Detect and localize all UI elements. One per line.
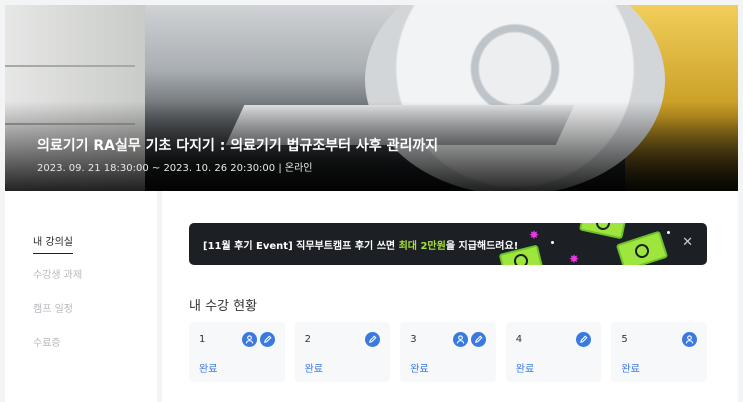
person-icon[interactable]	[452, 332, 468, 347]
money-bill-icon	[615, 230, 669, 265]
progress-card[interactable]: 4 완료	[505, 322, 602, 382]
pencil-icon[interactable]	[259, 332, 275, 347]
event-banner[interactable]: [11월 후기 Event] 직무부트캠프 후기 쓰면 최대 2만원을 지급해드…	[189, 223, 707, 265]
pencil-icon[interactable]	[365, 332, 381, 347]
progress-card[interactable]: 2 완료	[294, 322, 391, 382]
person-icon[interactable]	[241, 332, 257, 347]
pencil-icon[interactable]	[470, 332, 486, 347]
card-status: 완료	[199, 364, 218, 375]
main-content: [11월 후기 Event] 직무부트캠프 후기 쓰면 최대 2만원을 지급해드…	[162, 191, 738, 402]
card-status: 완료	[515, 364, 535, 375]
card-status: 완료	[304, 364, 323, 375]
card-status: 완료	[410, 364, 429, 375]
card-number: 5	[621, 334, 628, 345]
card-number: 2	[304, 334, 311, 345]
sidebar-item-certificate[interactable]: 수료증	[33, 334, 61, 349]
event-banner-highlight: 최대 2만원	[398, 241, 446, 252]
card-number: 1	[199, 334, 206, 345]
sparkle-icon: ✸	[529, 228, 540, 242]
sidebar-item-assignments[interactable]: 수강생 과제	[33, 266, 82, 281]
progress-card[interactable]: 1 완료	[189, 322, 285, 382]
section-title: 내 수강 현황	[189, 299, 258, 314]
progress-card[interactable]: 3 완료	[400, 322, 496, 382]
sparkle-icon: ✸	[569, 252, 580, 265]
person-icon[interactable]	[681, 332, 697, 347]
pencil-icon[interactable]	[576, 332, 592, 347]
card-status: 완료	[621, 364, 640, 375]
sidebar-item-my-classroom[interactable]: 내 강의실	[33, 233, 73, 254]
money-bill-icon	[578, 223, 628, 240]
event-banner-text: [11월 후기 Event] 직무부트캠프 후기 쓰면 최대 2만원을 지급해드…	[203, 241, 519, 252]
course-date: 2023. 09. 21 18:30:00 ~ 2023. 10. 26 20:…	[37, 163, 313, 174]
course-hero-banner: 의료기기 RA실무 기초 다지기 : 의료기기 법규조부터 사후 관리까지 20…	[5, 5, 738, 191]
sidebar: 내 강의실 수강생 과제 캠프 일정 수료증	[5, 191, 157, 402]
sidebar-item-camp-schedule[interactable]: 캠프 일정	[33, 300, 73, 315]
card-number: 4	[515, 334, 523, 345]
card-number: 3	[410, 334, 417, 345]
progress-card[interactable]: 5 완료	[611, 322, 707, 382]
progress-cards: 1 완료 2 완료 3 완료 4 완료 5 완료	[189, 322, 707, 382]
close-icon[interactable]: ✕	[682, 235, 693, 250]
course-title: 의료기기 RA실무 기초 다지기 : 의료기기 법규조부터 사후 관리까지	[37, 138, 439, 154]
